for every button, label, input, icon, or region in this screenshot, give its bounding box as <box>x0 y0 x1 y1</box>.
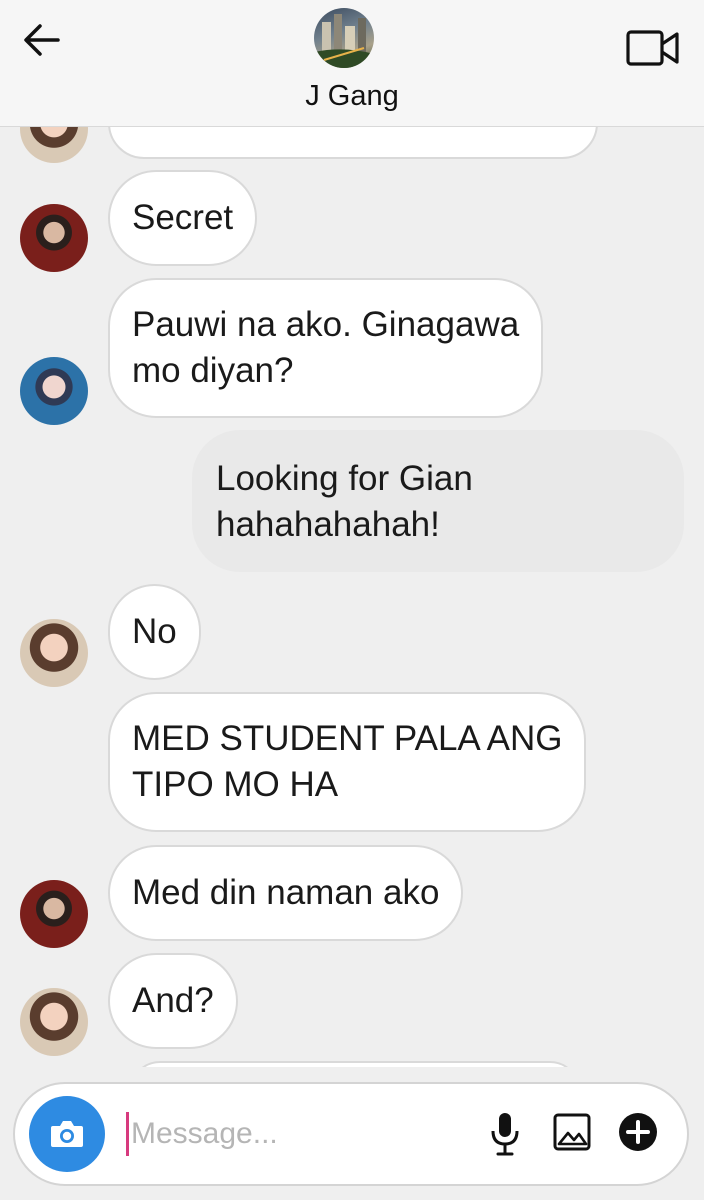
avatar[interactable] <box>20 988 88 1056</box>
camera-icon <box>51 1121 83 1147</box>
conversation-title[interactable]: J Gang <box>0 80 704 113</box>
message-bubble[interactable]: MED STUDENT PALA ANG TIPO MO HA <box>108 692 587 832</box>
back-button[interactable] <box>22 22 62 58</box>
message-text: Secret <box>132 198 234 237</box>
video-call-button[interactable] <box>626 28 680 68</box>
more-options-button[interactable] <box>617 1111 659 1158</box>
image-icon <box>553 1113 591 1151</box>
group-photo-image <box>314 14 374 68</box>
message-text: Med din naman ako <box>132 873 440 912</box>
avatar[interactable] <box>20 204 88 272</box>
message-list[interactable]: Secret Pauwi na ako. Ginagawa mo diyan? … <box>0 127 704 1067</box>
message-text: hahahahahah! <box>216 505 440 544</box>
message-text: Looking for Gian <box>216 459 473 498</box>
avatar[interactable] <box>20 127 88 163</box>
message-composer <box>13 1082 689 1186</box>
avatar[interactable] <box>20 619 88 687</box>
message-bubble[interactable]: Pauwi na ako. Ginagawa mo diyan? <box>108 278 544 418</box>
message-text: MED STUDENT PALA ANG <box>132 719 563 758</box>
message-text: Pauwi na ako. Ginagawa <box>132 305 520 344</box>
message-bubble[interactable] <box>108 127 598 159</box>
message-input[interactable] <box>131 1108 461 1160</box>
plus-circle-icon <box>619 1113 657 1151</box>
sent-message-bubble[interactable]: Looking for Gian hahahahahah! <box>192 430 684 572</box>
video-camera-icon <box>626 30 679 66</box>
chat-header: J Gang <box>0 0 704 127</box>
message-bubble[interactable] <box>130 1061 580 1067</box>
avatar[interactable] <box>20 880 88 948</box>
message-bubble[interactable]: And? <box>108 953 238 1049</box>
message-text: And? <box>132 981 214 1020</box>
message-text: mo diyan? <box>132 351 294 390</box>
gallery-button[interactable] <box>552 1112 592 1157</box>
message-bubble[interactable]: Med din naman ako <box>108 845 464 941</box>
microphone-icon <box>491 1113 519 1156</box>
message-text: TIPO MO HA <box>132 765 339 804</box>
avatar[interactable] <box>20 357 88 425</box>
camera-button[interactable] <box>29 1096 105 1172</box>
arrow-left-icon <box>24 24 60 56</box>
message-bubble[interactable]: Secret <box>108 170 258 266</box>
microphone-button[interactable] <box>487 1110 523 1163</box>
text-cursor <box>126 1112 129 1156</box>
message-bubble[interactable]: No <box>108 584 201 680</box>
message-text: No <box>132 612 177 651</box>
group-avatar[interactable] <box>314 8 374 68</box>
